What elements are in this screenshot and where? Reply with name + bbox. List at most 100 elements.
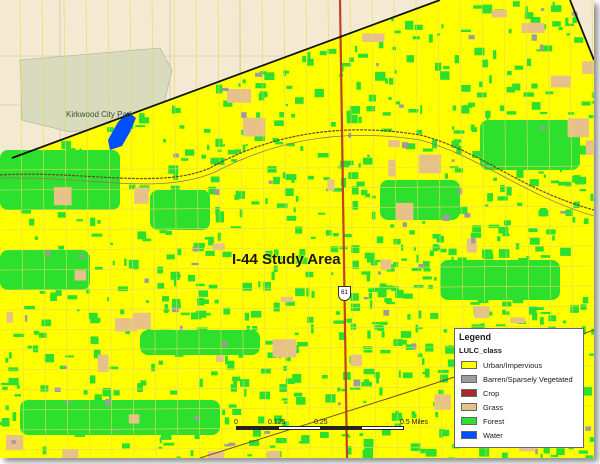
forest-patch: [414, 24, 423, 30]
forest-patch: [337, 166, 342, 169]
forest-patch: [333, 320, 337, 324]
forest-patch: [543, 289, 554, 292]
legend-swatch: [461, 361, 477, 369]
forest-patch: [311, 236, 316, 239]
forest-patch: [117, 164, 121, 172]
forest-patch: [420, 448, 426, 454]
forest-patch: [391, 286, 399, 292]
forest-patch: [502, 309, 506, 313]
barren-patch: [105, 399, 111, 406]
forest-patch: [482, 270, 492, 274]
forest-patch: [341, 434, 350, 437]
forest-patch: [381, 195, 385, 199]
forest-patch: [489, 75, 492, 84]
forest-patch: [250, 310, 262, 318]
barren-patch: [24, 315, 28, 322]
forest-patch: [234, 194, 240, 200]
forest-patch: [105, 412, 114, 416]
barren-patch: [363, 297, 369, 300]
forest-patch: [159, 230, 167, 234]
forest-patch: [79, 148, 82, 153]
barren-patch: [399, 104, 404, 108]
forest-patch: [205, 250, 215, 256]
forest-patch: [237, 348, 240, 353]
forest-patch: [72, 180, 81, 188]
forest-patch: [20, 207, 31, 214]
forest-patch: [65, 355, 75, 358]
forest-patch: [283, 366, 287, 371]
forest-patch: [481, 4, 493, 11]
forest-patch: [222, 251, 232, 258]
forest-patch: [401, 258, 407, 261]
barren-patch: [268, 180, 273, 184]
forest-patch: [453, 280, 463, 288]
forest-patch: [258, 416, 265, 424]
forest-patch: [543, 174, 546, 178]
forest-patch: [439, 248, 447, 253]
forest-patch: [38, 332, 47, 338]
barren-patch: [144, 278, 149, 283]
forest-patch: [320, 431, 329, 438]
forest-patch: [282, 172, 286, 179]
grass-patch: [418, 154, 441, 174]
forest-patch: [286, 85, 293, 89]
forest-patch: [493, 177, 497, 181]
forest-patch: [565, 125, 568, 133]
forest-patch: [179, 125, 185, 129]
forest-patch: [120, 309, 125, 315]
forest-patch: [333, 233, 339, 237]
forest-patch: [184, 149, 195, 156]
forest-patch: [428, 34, 433, 43]
forest-patch: [204, 237, 210, 240]
forest-patch: [157, 283, 165, 289]
forest-patch: [180, 312, 190, 316]
forest-patch: [507, 71, 512, 76]
forest-patch: [350, 323, 357, 330]
forest-patch: [232, 376, 241, 382]
forest-patch: [207, 144, 210, 151]
barren-patch: [353, 379, 361, 387]
forest-patch: [215, 138, 223, 147]
forest-patch: [23, 197, 31, 200]
grass-patch: [362, 33, 385, 42]
forest-patch: [255, 83, 266, 89]
forest-patch: [165, 230, 173, 235]
forest-patch: [27, 345, 33, 349]
forest-patch: [589, 437, 594, 442]
forest-patch: [512, 1, 520, 7]
forest-patch: [488, 193, 493, 201]
forest-patch: [273, 176, 280, 185]
forest-patch: [203, 404, 212, 412]
forest-patch: [23, 412, 27, 418]
barren-patch: [585, 426, 591, 431]
forest-patch: [482, 10, 493, 14]
forest-patch: [112, 260, 115, 266]
forest-patch: [291, 113, 296, 118]
grass-patch: [134, 187, 149, 204]
forest-patch: [474, 47, 485, 56]
forest-patch: [358, 53, 368, 58]
forest-patch: [430, 193, 435, 198]
forest-patch: [420, 105, 423, 115]
forest-patch: [177, 248, 182, 256]
forest-patch: [543, 45, 553, 52]
forest-patch: [393, 238, 401, 245]
forest-patch: [252, 429, 261, 437]
forest-patch: [406, 55, 415, 63]
barren-patch: [464, 213, 471, 218]
forest-patch: [532, 313, 538, 321]
grass-patch: [215, 355, 224, 362]
grass-patch: [380, 259, 392, 270]
forest-patch: [378, 41, 384, 49]
forest-patch: [529, 237, 540, 245]
forest-patch: [457, 206, 468, 214]
forest-patch: [88, 312, 98, 320]
forest-patch: [411, 268, 422, 271]
legend-label: Urban/Impervious: [483, 360, 543, 370]
forest-patch: [395, 101, 401, 105]
forest-patch: [166, 254, 175, 260]
forest-patch: [3, 417, 8, 426]
forest-patch: [245, 144, 248, 146]
forest-patch: [379, 386, 383, 396]
forest-patch: [585, 455, 594, 458]
